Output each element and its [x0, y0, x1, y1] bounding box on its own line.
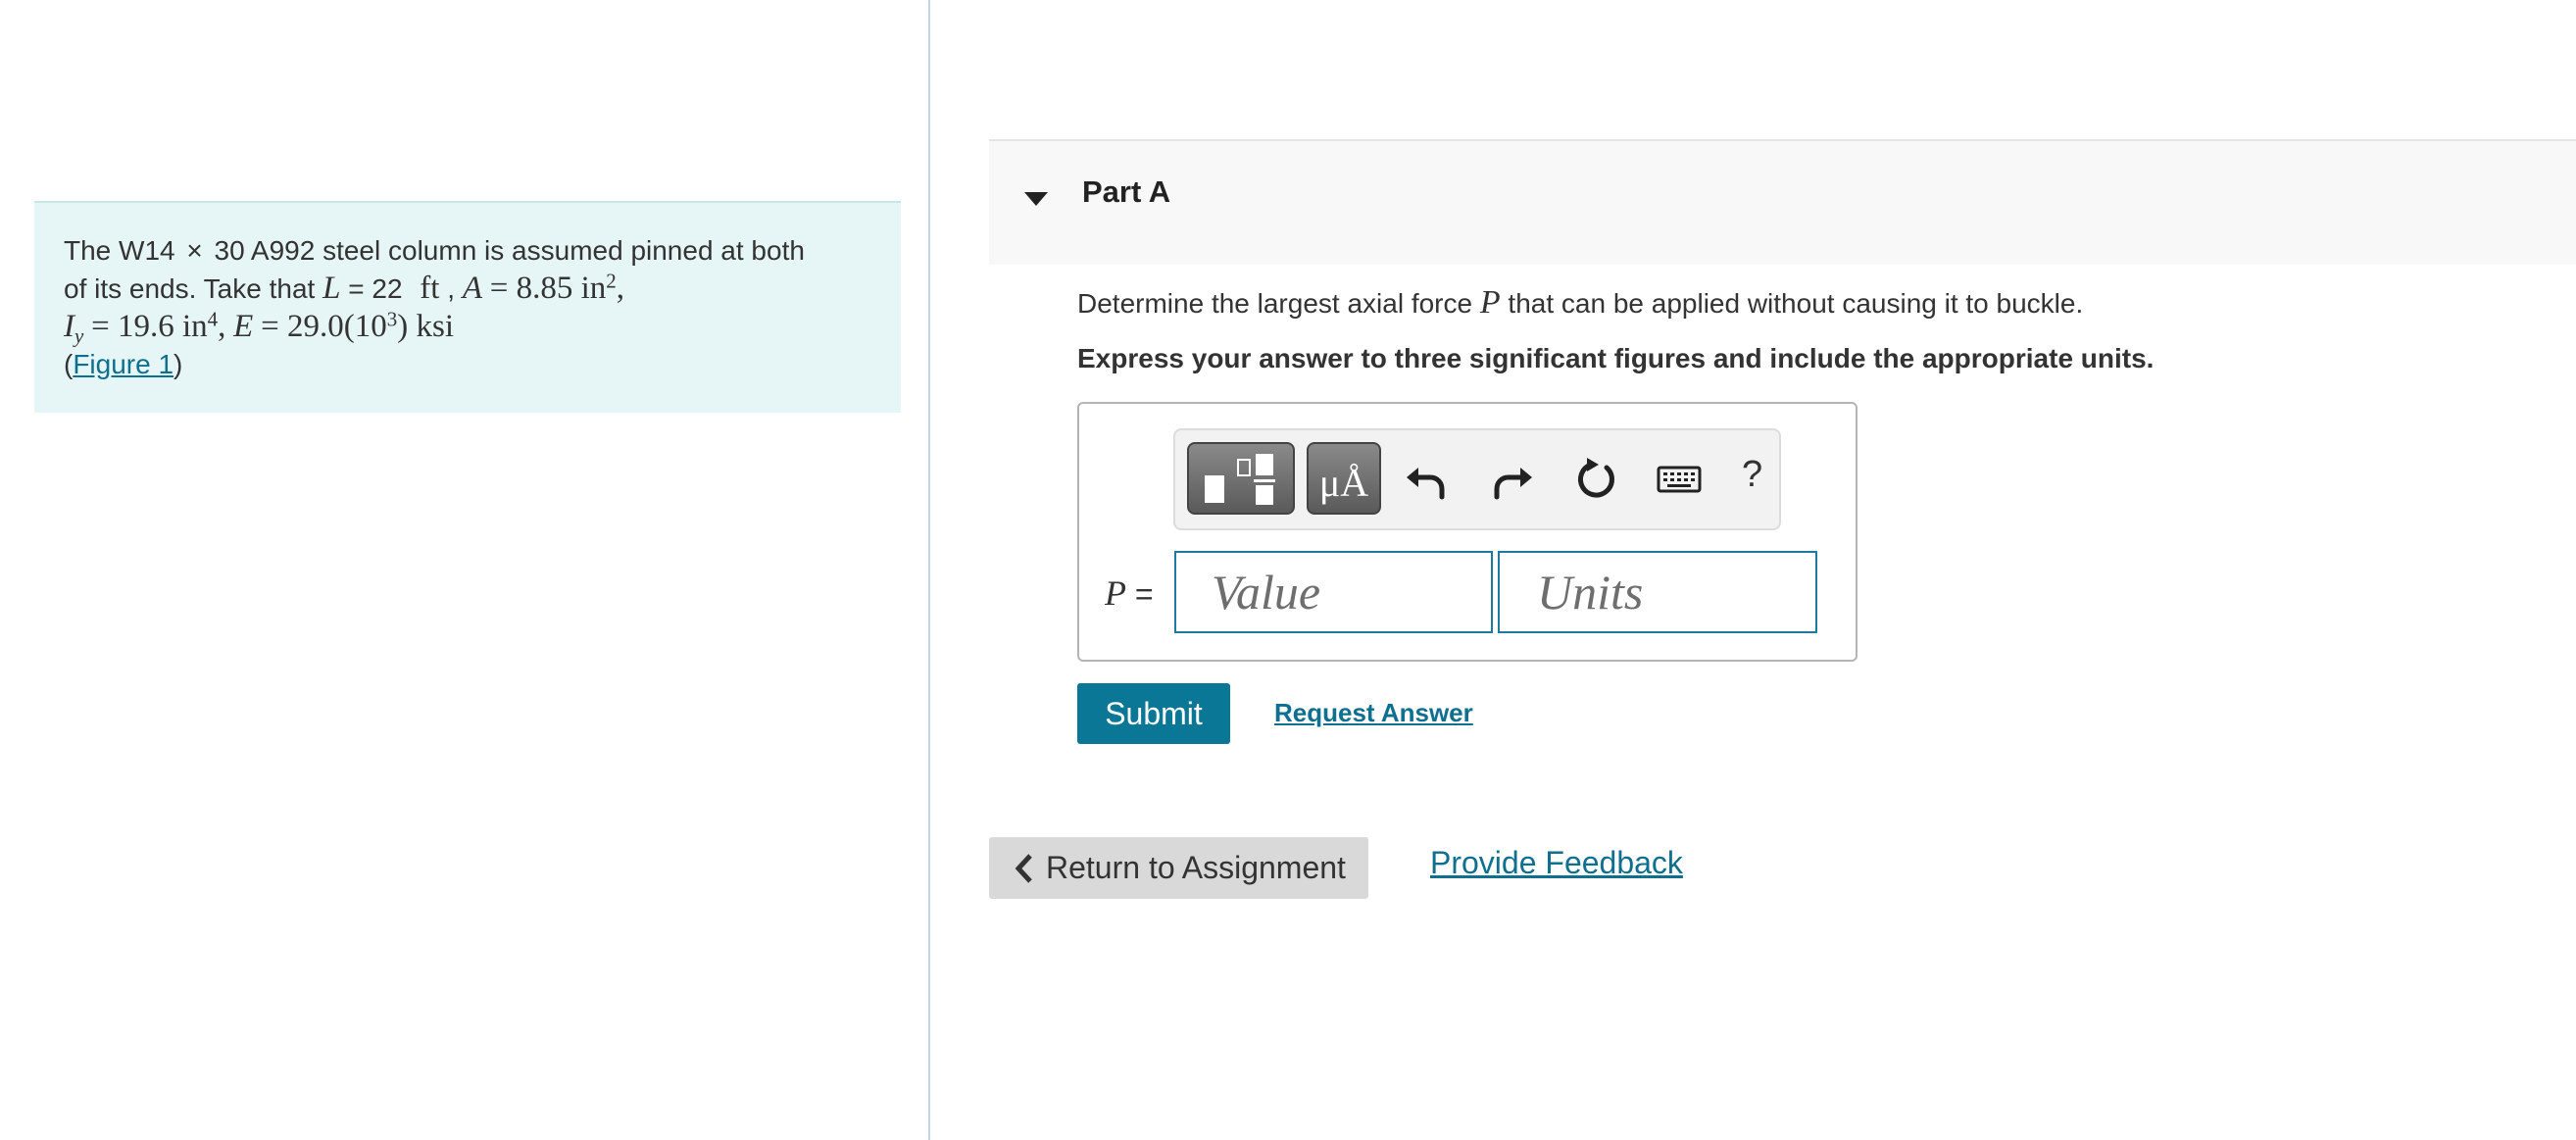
answer-variable-label: P =: [1105, 572, 1154, 614]
paren: (: [64, 349, 74, 379]
paren: ): [173, 349, 183, 379]
problem-line-1: The W14 × 30 A992 steel column is assume…: [64, 232, 901, 270]
modulus-symbol: E: [233, 309, 254, 344]
inertia-exponent: 4: [207, 307, 219, 331]
problem-statement: The W14 × 30 A992 steel column is assume…: [34, 201, 901, 413]
length-unit: ft: [420, 271, 440, 306]
request-answer-link[interactable]: Request Answer: [1274, 698, 1473, 728]
units-icon: μÅ: [1318, 461, 1369, 505]
problem-text: 30 A992 steel column is assumed pinned a…: [214, 235, 805, 266]
question-text: Determine the largest axial force P that…: [1077, 284, 2083, 322]
inertia-symbol: I: [64, 309, 74, 344]
times-symbol: ×: [186, 235, 203, 266]
force-variable: P: [1479, 284, 1501, 321]
reset-icon[interactable]: [1571, 454, 1622, 505]
modulus-unit: ) ksi: [397, 309, 454, 344]
math-toolbar: μÅ ?: [1173, 428, 1781, 530]
submit-button[interactable]: Submit: [1077, 683, 1230, 744]
question-post: that can be applied without causing it t…: [1508, 288, 2084, 319]
templates-icon: [1205, 454, 1275, 505]
units-input[interactable]: [1498, 551, 1817, 633]
inertia-value: = 19.6 in: [91, 309, 208, 344]
value-input[interactable]: [1174, 551, 1493, 633]
part-title: Part A: [1082, 174, 1171, 209]
part-a-header[interactable]: Part A: [989, 139, 2576, 265]
panel-divider: [928, 0, 930, 1140]
templates-button[interactable]: [1187, 442, 1295, 515]
return-to-assignment-button[interactable]: Return to Assignment: [989, 837, 1368, 899]
answer-variable: P: [1105, 573, 1126, 613]
provide-feedback-link[interactable]: Provide Feedback: [1430, 845, 1683, 881]
length-value: = 22: [348, 273, 403, 304]
problem-line-3: Iy = 19.6 in4, E = 29.0(103) ksi: [64, 308, 901, 346]
question-pre: Determine the largest axial force: [1077, 288, 1473, 319]
redo-icon[interactable]: [1487, 454, 1538, 505]
keyboard-icon[interactable]: [1656, 454, 1703, 505]
modulus-value: = 29.0(10: [261, 309, 387, 344]
problem-line-2: of its ends. Take that L = 22 ft , A = 8…: [64, 269, 625, 306]
chevron-left-icon: [1015, 854, 1032, 883]
units-button[interactable]: μÅ: [1307, 442, 1381, 515]
length-symbol: L: [322, 271, 341, 306]
comma: ,: [218, 309, 226, 344]
area-exponent: 2: [606, 269, 617, 293]
help-icon[interactable]: ?: [1742, 454, 1762, 496]
problem-text: of its ends. Take that: [64, 273, 316, 304]
modulus-exponent: 3: [386, 307, 398, 331]
problem-line-4: (Figure 1): [64, 346, 901, 383]
answer-box: μÅ ? P =: [1077, 402, 1858, 662]
return-label: Return to Assignment: [1046, 850, 1346, 885]
answer-instruction: Express your answer to three significant…: [1077, 343, 2155, 373]
area-value: = 8.85 in: [489, 271, 607, 306]
equals-sign: =: [1134, 576, 1154, 612]
problem-text: The W14: [64, 235, 175, 266]
inertia-subscript: y: [74, 323, 84, 348]
figure-link[interactable]: Figure 1: [73, 349, 173, 379]
undo-icon[interactable]: [1401, 454, 1452, 505]
area-symbol: A: [462, 271, 482, 306]
caret-down-icon[interactable]: [1018, 182, 1054, 218]
comma: ,: [616, 271, 625, 306]
